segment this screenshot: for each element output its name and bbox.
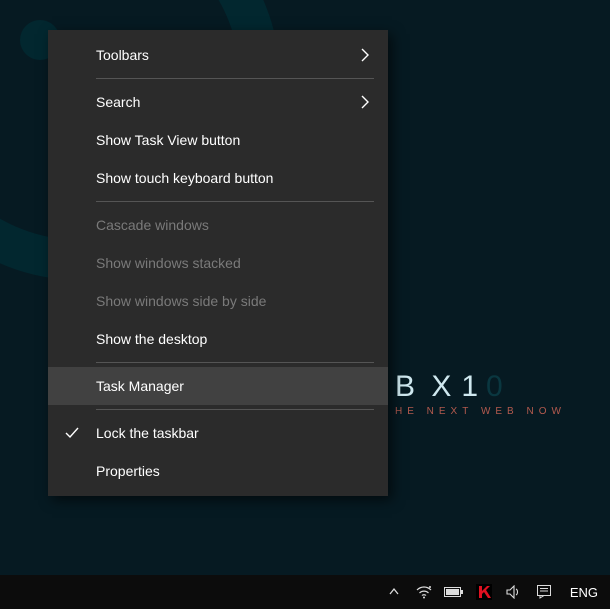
menu-item-label: Properties [96, 463, 372, 479]
menu-item-lock-tb[interactable]: Lock the taskbar [48, 414, 388, 452]
language-indicator[interactable]: ENG [564, 585, 604, 600]
taskbar[interactable]: ENG [0, 575, 610, 609]
menu-item-label: Task Manager [96, 378, 372, 394]
wallpaper-brand: B X 1 0 HE NEXT WEB NOW [395, 370, 566, 417]
chevron-right-icon [360, 95, 370, 109]
kaspersky-icon[interactable] [474, 582, 494, 602]
menu-item-search[interactable]: Search [48, 83, 388, 121]
menu-separator [96, 78, 374, 79]
menu-item-show-desk[interactable]: Show the desktop [48, 320, 388, 358]
menu-item-label: Show the desktop [96, 331, 372, 347]
menu-separator [96, 409, 374, 410]
menu-item-stacked: Show windows stacked [48, 244, 388, 282]
menu-separator [96, 201, 374, 202]
tray-overflow-icon[interactable] [384, 582, 404, 602]
check-icon [64, 425, 96, 441]
menu-item-sidebyside: Show windows side by side [48, 282, 388, 320]
brand-name: B X [395, 370, 455, 404]
menu-item-label: Show windows side by side [96, 293, 372, 309]
battery-icon[interactable] [444, 582, 464, 602]
menu-item-label: Show touch keyboard button [96, 170, 372, 186]
brand-digit-0: 0 [486, 370, 507, 404]
chevron-right-icon [360, 48, 370, 62]
volume-icon[interactable] [504, 582, 524, 602]
menu-item-properties[interactable]: Properties [48, 452, 388, 490]
menu-item-toolbars[interactable]: Toolbars [48, 36, 388, 74]
menu-item-label: Show Task View button [96, 132, 372, 148]
menu-separator [96, 362, 374, 363]
menu-item-label: Search [96, 94, 372, 110]
menu-item-label: Cascade windows [96, 217, 372, 233]
action-center-icon[interactable] [534, 582, 554, 602]
brand-tagline: HE NEXT WEB NOW [395, 406, 566, 417]
system-tray: ENG [384, 582, 604, 602]
taskbar-context-menu: Toolbars Search Show Task View button Show … [48, 30, 388, 496]
menu-item-label: Show windows stacked [96, 255, 372, 271]
menu-item-label: Toolbars [96, 47, 372, 63]
menu-item-cascade: Cascade windows [48, 206, 388, 244]
brand-digit-1: 1 [461, 370, 482, 404]
menu-item-label: Lock the taskbar [96, 425, 372, 441]
menu-item-task-mgr[interactable]: Task Manager [48, 367, 388, 405]
network-icon[interactable] [414, 582, 434, 602]
menu-item-task-view-btn[interactable]: Show Task View button [48, 121, 388, 159]
menu-item-touch-kb-btn[interactable]: Show touch keyboard button [48, 159, 388, 197]
